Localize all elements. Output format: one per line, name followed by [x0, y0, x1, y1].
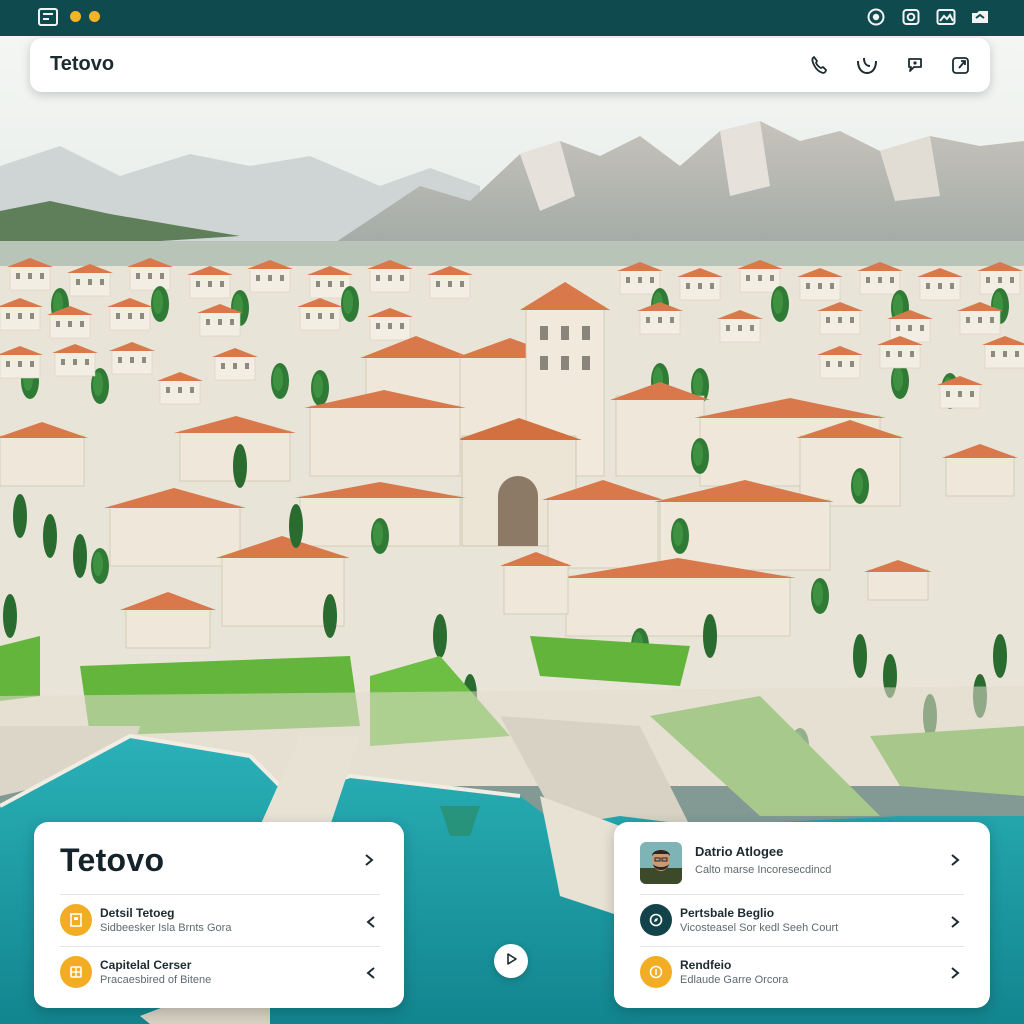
list-item-subtitle: Vicosteasel Sor kedl Seeh Court — [680, 922, 839, 934]
profile-card[interactable]: Datrio Atlogee Calto marse Incoresecdinc… — [614, 822, 990, 1008]
coin-icon — [640, 956, 672, 988]
window-dot[interactable] — [70, 11, 81, 22]
window-top-bar — [0, 0, 1024, 36]
profile-name: Datrio Atlogee — [695, 844, 784, 859]
compass-icon — [640, 904, 672, 936]
play-icon — [505, 952, 517, 970]
avatar[interactable] — [640, 842, 682, 884]
chevron-right-icon[interactable] — [362, 852, 376, 868]
location-card[interactable]: Tetovo Detsil Tetoeg Sidbeesker Isla Brn… — [34, 822, 404, 1008]
list-item-subtitle: Edlaude Garre Orcora — [680, 974, 789, 986]
image-icon[interactable] — [936, 7, 956, 27]
chevron-right-icon[interactable] — [948, 965, 962, 981]
headset-icon[interactable] — [854, 52, 880, 78]
chat-icon[interactable] — [902, 52, 928, 78]
chevron-left-icon[interactable] — [364, 965, 378, 981]
list-item-title: Pertsbale Beglio — [680, 906, 775, 920]
list-item-subtitle: Sidbeesker Isla Brnts Gora — [100, 922, 232, 934]
list-item-subtitle: Pracaesbired of Bitene — [100, 974, 212, 986]
list-item-title: Rendfeio — [680, 958, 732, 972]
window-dot[interactable] — [89, 11, 100, 22]
divider — [640, 894, 964, 895]
chevron-left-icon[interactable] — [364, 914, 378, 930]
play-button[interactable] — [494, 944, 528, 978]
building-icon — [60, 904, 92, 936]
camera-icon[interactable] — [901, 7, 921, 27]
grid-icon — [60, 956, 92, 988]
app-header: Tetovo — [30, 38, 990, 92]
list-item-title: Detsil Tetoeg — [100, 906, 175, 920]
profile-subtitle: Calto marse Incoresecdincd — [695, 864, 832, 876]
list-item-title: Capitelal Cerser — [100, 958, 192, 972]
chevron-right-icon[interactable] — [948, 914, 962, 930]
card-title: Tetovo — [60, 842, 165, 878]
divider — [640, 946, 964, 947]
divider — [60, 946, 380, 947]
share-icon[interactable] — [948, 52, 974, 78]
phone-icon[interactable] — [806, 52, 832, 78]
header-title: Tetovo — [50, 53, 115, 75]
divider — [60, 894, 380, 895]
folder-icon[interactable] — [970, 7, 990, 27]
chevron-right-icon[interactable] — [948, 852, 962, 868]
app-icon[interactable] — [38, 8, 58, 26]
record-icon[interactable] — [866, 7, 886, 27]
